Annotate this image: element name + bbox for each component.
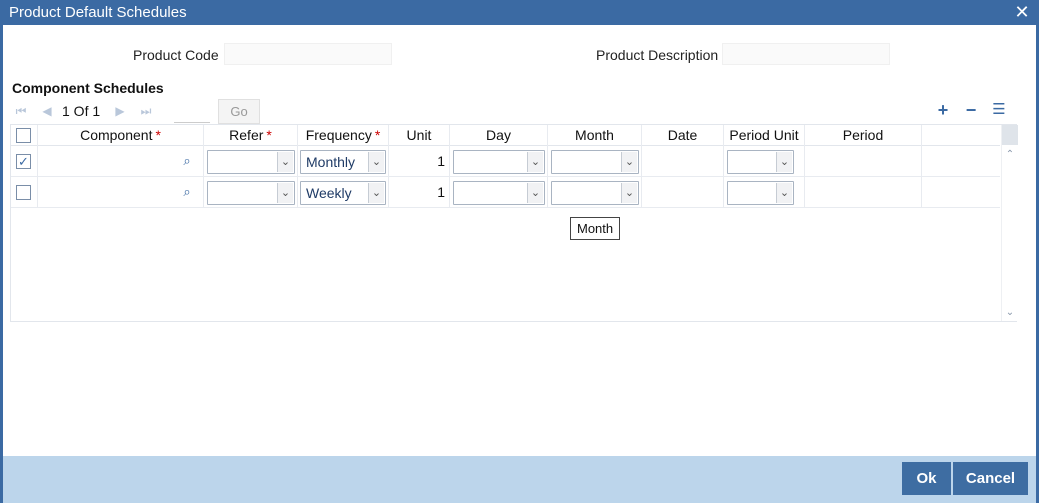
chevron-down-icon: ⌄ [776, 152, 792, 172]
last-page-icon[interactable]: ⏭ [139, 104, 153, 118]
row-select-cell: ✓ [11, 146, 38, 177]
header-month: Month [548, 125, 642, 146]
period-cell[interactable] [805, 146, 922, 177]
unit-value: 1 [437, 184, 445, 200]
row-checkbox[interactable]: ✓ [16, 154, 31, 169]
month-cell: ⌄ [548, 177, 642, 208]
page-number-input[interactable] [174, 122, 210, 123]
scrollbar-header-block [1002, 125, 1018, 145]
header-frequency: Frequency * [298, 125, 389, 146]
header-refer: Refer * [204, 125, 298, 146]
close-icon[interactable]: ✕ [1012, 1, 1032, 23]
chevron-down-icon: ⌄ [621, 152, 637, 172]
period-unit-cell: ⌄ [724, 146, 805, 177]
scroll-down-icon[interactable]: ⌄ [1004, 307, 1016, 319]
product-description-label: Product Description [596, 47, 719, 63]
page-indicator: 1 Of 1 [62, 103, 101, 119]
search-icon[interactable]: ⌕ [179, 184, 195, 200]
product-code-field[interactable] [224, 43, 392, 65]
footer-bar [3, 456, 1036, 503]
section-title: Component Schedules [12, 80, 164, 96]
search-icon[interactable]: ⌕ [179, 153, 195, 169]
select-all-checkbox[interactable] [16, 128, 31, 143]
component-cell[interactable]: ⌕ [38, 146, 204, 177]
chevron-down-icon: ⌄ [368, 152, 384, 172]
period-unit-cell: ⌄ [724, 177, 805, 208]
chevron-down-icon: ⌄ [277, 152, 293, 172]
frequency-value: Monthly [306, 154, 356, 170]
day-select[interactable]: ⌄ [453, 181, 545, 205]
required-marker: * [374, 127, 381, 143]
chevron-down-icon: ⌄ [368, 183, 384, 203]
chevron-down-icon: ⌄ [527, 183, 543, 203]
first-page-icon[interactable]: ⏮ [14, 104, 28, 118]
unit-value: 1 [437, 153, 445, 169]
required-marker: * [155, 127, 161, 143]
frequency-select[interactable]: Weekly ⌄ [300, 181, 386, 205]
vertical-scrollbar[interactable]: ⌃ ⌄ [1001, 125, 1018, 321]
day-select[interactable]: ⌄ [453, 150, 545, 174]
month-select[interactable]: ⌄ [551, 150, 639, 174]
frequency-cell: Monthly ⌄ [298, 146, 389, 177]
refer-select[interactable]: ⌄ [207, 181, 295, 205]
component-cell[interactable]: ⌕ [38, 177, 204, 208]
cancel-button[interactable]: Cancel [953, 462, 1028, 495]
header-refer-label: Refer [229, 127, 264, 143]
add-row-icon[interactable]: + [933, 100, 953, 122]
previous-page-icon[interactable]: ◀ [40, 104, 54, 118]
product-code-label: Product Code [133, 47, 219, 63]
chevron-down-icon: ⌄ [527, 152, 543, 172]
period-unit-select[interactable]: ⌄ [727, 181, 794, 205]
header-component: Component * [38, 125, 204, 146]
header-day: Day [450, 125, 548, 146]
period-cell[interactable] [805, 177, 922, 208]
single-view-icon[interactable]: ☰ [989, 100, 1009, 122]
header-period: Period [805, 125, 922, 146]
day-cell: ⌄ [450, 146, 548, 177]
chevron-down-icon: ⌄ [277, 183, 293, 203]
refer-select[interactable]: ⌄ [207, 150, 295, 174]
unit-cell[interactable]: 1 [389, 146, 450, 177]
frequency-value: Weekly [306, 185, 352, 201]
month-cell: ⌄ [548, 146, 642, 177]
table-row: ✓ ⌕ ⌄ Monthly ⌄ 1 ⌄ ⌄ ⌄ [11, 146, 1000, 177]
header-period-unit: Period Unit [724, 125, 805, 146]
required-marker: * [266, 127, 272, 143]
window-title: Product Default Schedules [9, 4, 187, 21]
table-row: ⌕ ⌄ Weekly ⌄ 1 ⌄ ⌄ ⌄ [11, 177, 1000, 208]
ok-button[interactable]: Ok [902, 462, 951, 495]
delete-row-icon[interactable]: − [961, 100, 981, 122]
go-button[interactable]: Go [218, 99, 260, 124]
frequency-cell: Weekly ⌄ [298, 177, 389, 208]
day-cell: ⌄ [450, 177, 548, 208]
chevron-down-icon: ⌄ [621, 183, 637, 203]
chevron-down-icon: ⌄ [776, 183, 792, 203]
header-frequency-label: Frequency [305, 127, 372, 143]
date-cell[interactable] [642, 146, 724, 177]
period-unit-select[interactable]: ⌄ [727, 150, 794, 174]
header-component-label: Component [80, 127, 153, 143]
refer-cell: ⌄ [204, 177, 298, 208]
component-schedules-table: Component * Refer * Frequency * Unit Day Mo… [10, 124, 1018, 322]
row-select-cell [11, 177, 38, 208]
scroll-up-icon[interactable]: ⌃ [1004, 149, 1016, 161]
header-select-all [11, 125, 38, 146]
product-description-field[interactable] [722, 43, 890, 65]
date-cell[interactable] [642, 177, 724, 208]
header-unit: Unit [389, 125, 450, 146]
tooltip: Month [570, 217, 621, 240]
unit-cell[interactable]: 1 [389, 177, 450, 208]
row-checkbox[interactable] [16, 185, 31, 200]
refer-cell: ⌄ [204, 146, 298, 177]
next-page-icon[interactable]: ▶ [113, 104, 127, 118]
header-date: Date [642, 125, 724, 146]
title-bar: Product Default Schedules ✕ [0, 0, 1039, 25]
month-select[interactable]: ⌄ [551, 181, 639, 205]
frequency-select[interactable]: Monthly ⌄ [300, 150, 386, 174]
table-header: Component * Refer * Frequency * Unit Day Mo… [11, 125, 1000, 146]
